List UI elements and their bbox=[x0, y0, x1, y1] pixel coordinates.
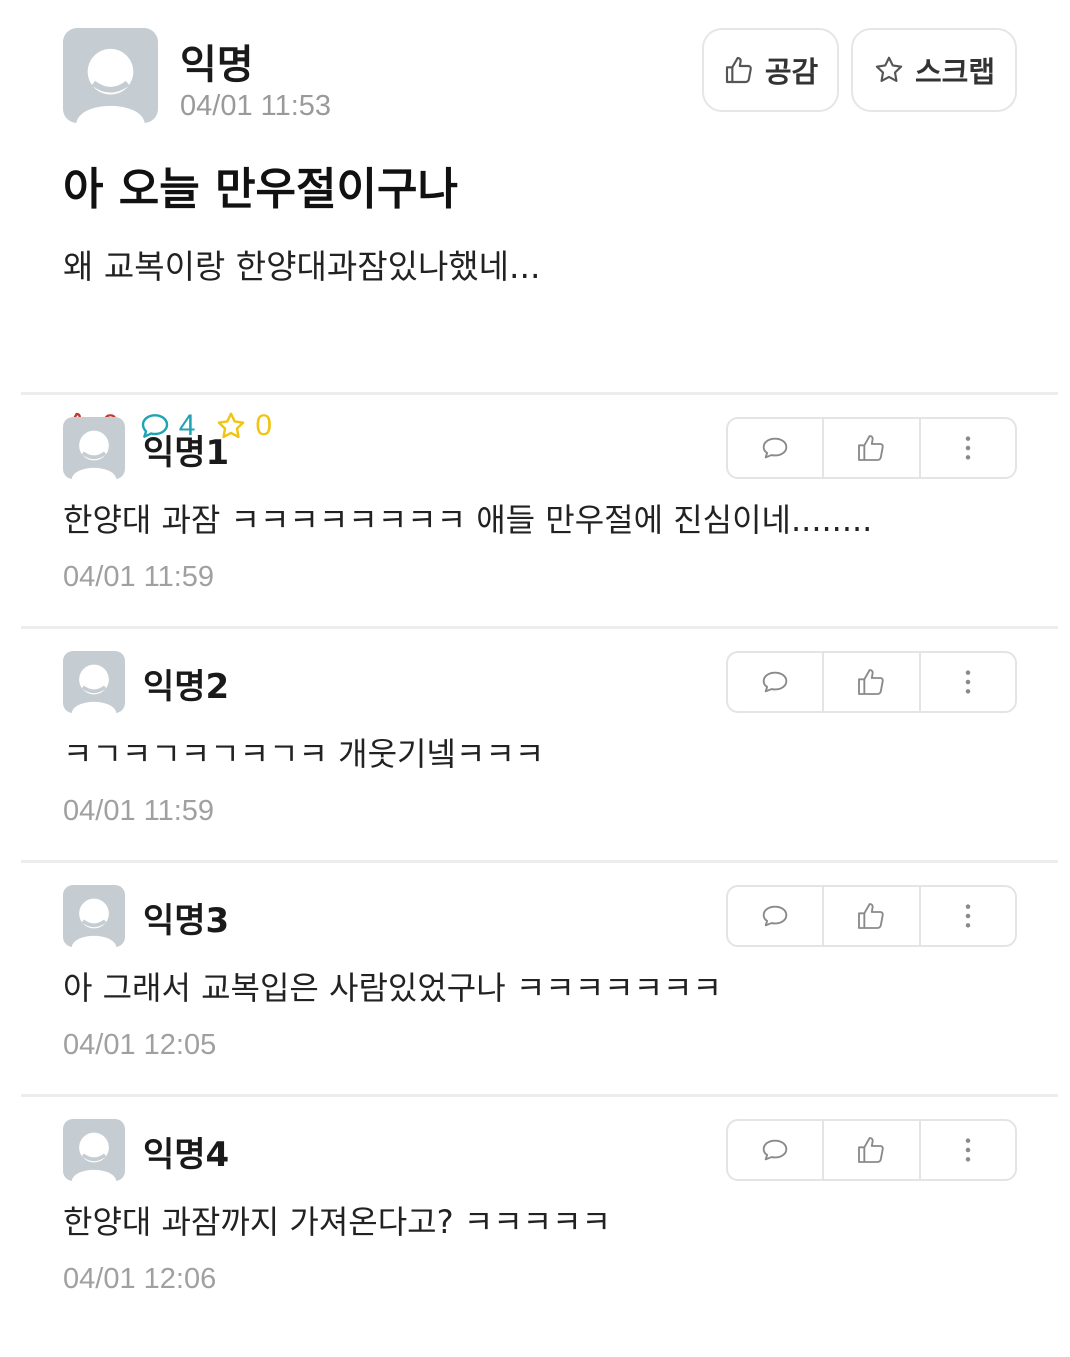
comment-item: 익명3 아 그래서 교복입은 사람있었구나 ㅋㅋㅋㅋㅋㅋㅋ 04/01 12:0… bbox=[0, 863, 1070, 1094]
post-body: 왜 교복이랑 한양대과잠있나했네... bbox=[63, 247, 541, 286]
thumbs-up-icon bbox=[858, 669, 885, 695]
post: 익명 04/01 11:53 공감 스크랩 아 오늘 만우절이구나 왜 교복이랑… bbox=[0, 0, 1070, 442]
comment-text: 한양대 과잠까지 가져온다고? ㅋㅋㅋㅋㅋ bbox=[63, 1203, 611, 1241]
comment-author: 익명3 bbox=[143, 901, 230, 941]
comment-like-button[interactable] bbox=[824, 419, 921, 477]
speech-bubble-icon bbox=[762, 671, 788, 693]
comment-list: 익명1 한양대 과잠 ㅋㅋㅋㅋㅋㅋㅋㅋ 애들 만우절에 진심이네........… bbox=[0, 392, 1070, 1328]
comment-like-button[interactable] bbox=[824, 1121, 921, 1179]
post-time: 04/01 11:53 bbox=[180, 90, 332, 122]
comment-time: 04/01 11:59 bbox=[63, 795, 215, 827]
star-icon bbox=[875, 56, 903, 82]
post-author: 익명 bbox=[180, 42, 254, 88]
more-vertical-icon bbox=[965, 670, 971, 694]
reply-button[interactable] bbox=[728, 653, 825, 711]
post-title: 아 오늘 만우절이구나 bbox=[63, 164, 458, 215]
avatar bbox=[63, 651, 125, 713]
more-options-button[interactable] bbox=[921, 653, 1015, 711]
more-vertical-icon bbox=[965, 1138, 971, 1162]
avatar bbox=[63, 417, 125, 479]
thumbs-up-icon bbox=[858, 1137, 885, 1163]
speech-bubble-icon bbox=[762, 1139, 788, 1161]
avatar-silhouette-icon bbox=[71, 898, 117, 947]
comment-actions bbox=[726, 885, 1017, 947]
comment-actions bbox=[726, 651, 1017, 713]
comment-text: ㅋㄱㅋㄱㅋㄱㅋㄱㅋ 개웃기넼ㅋㅋㅋ bbox=[63, 735, 545, 773]
reply-button[interactable] bbox=[728, 419, 825, 477]
speech-bubble-icon bbox=[762, 437, 788, 459]
avatar bbox=[63, 28, 158, 123]
reply-button[interactable] bbox=[728, 887, 825, 945]
thumbs-up-icon bbox=[858, 435, 885, 461]
comment-time: 04/01 12:05 bbox=[63, 1029, 217, 1061]
like-button-label: 공감 bbox=[764, 55, 819, 89]
more-vertical-icon bbox=[965, 436, 971, 460]
comment-item: 익명2 ㅋㄱㅋㄱㅋㄱㅋㄱㅋ 개웃기넼ㅋㅋㅋ 04/01 11:59 bbox=[0, 629, 1070, 860]
thumbs-up-icon bbox=[858, 903, 885, 929]
comment-item: 익명4 한양대 과잠까지 가져온다고? ㅋㅋㅋㅋㅋ 04/01 12:06 bbox=[0, 1097, 1070, 1328]
reply-button[interactable] bbox=[728, 1121, 825, 1179]
comment-actions bbox=[726, 1119, 1017, 1181]
like-button[interactable]: 공감 bbox=[702, 28, 839, 112]
more-vertical-icon bbox=[965, 904, 971, 928]
comment-text: 한양대 과잠 ㅋㅋㅋㅋㅋㅋㅋㅋ 애들 만우절에 진심이네........ bbox=[63, 501, 873, 539]
more-options-button[interactable] bbox=[921, 419, 1015, 477]
comment-actions bbox=[726, 417, 1017, 479]
avatar bbox=[63, 1119, 125, 1181]
comment-like-button[interactable] bbox=[824, 887, 921, 945]
scrap-button-label: 스크랩 bbox=[914, 55, 996, 89]
comment-text: 아 그래서 교복입은 사람있었구나 ㅋㅋㅋㅋㅋㅋㅋ bbox=[63, 969, 722, 1007]
avatar-silhouette-icon bbox=[76, 48, 145, 123]
more-options-button[interactable] bbox=[921, 1121, 1015, 1179]
comment-like-button[interactable] bbox=[824, 653, 921, 711]
more-options-button[interactable] bbox=[921, 887, 1015, 945]
comment-author: 익명1 bbox=[143, 433, 230, 473]
scrap-button[interactable]: 스크랩 bbox=[851, 28, 1017, 112]
comment-time: 04/01 11:59 bbox=[63, 561, 215, 593]
avatar-silhouette-icon bbox=[71, 1132, 117, 1181]
avatar-silhouette-icon bbox=[71, 664, 117, 713]
thumbs-up-icon bbox=[725, 56, 752, 84]
comment-time: 04/01 12:06 bbox=[63, 1263, 217, 1295]
comment-author: 익명2 bbox=[143, 667, 230, 707]
comment-author: 익명4 bbox=[143, 1135, 230, 1175]
speech-bubble-icon bbox=[762, 905, 788, 927]
comment-item: 익명1 한양대 과잠 ㅋㅋㅋㅋㅋㅋㅋㅋ 애들 만우절에 진심이네........… bbox=[0, 395, 1070, 626]
avatar bbox=[63, 885, 125, 947]
avatar-silhouette-icon bbox=[71, 430, 117, 479]
